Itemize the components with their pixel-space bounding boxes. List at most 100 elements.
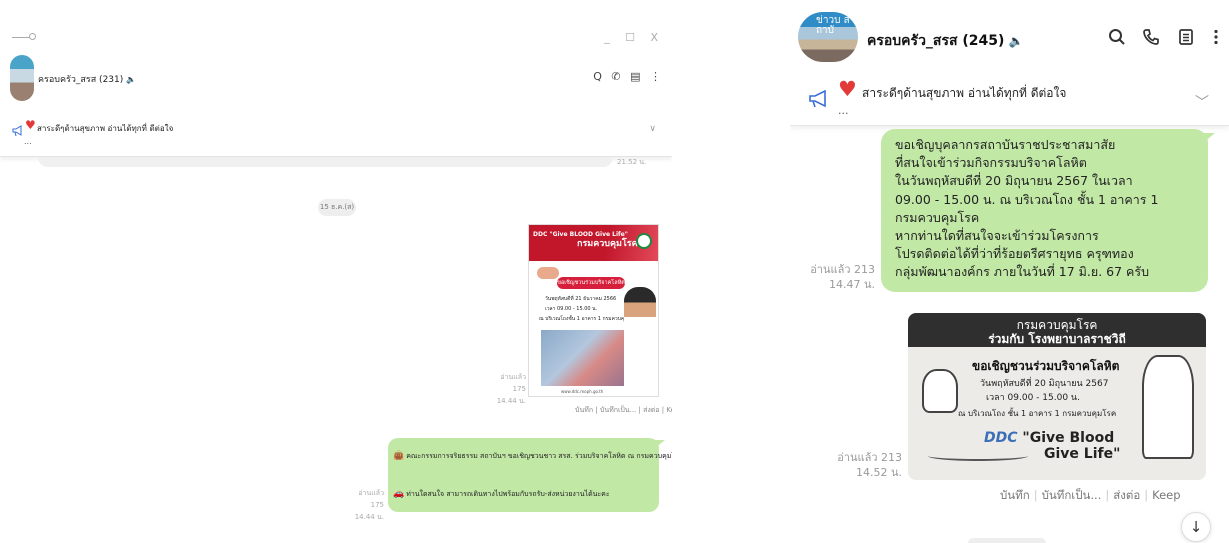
notes-icon[interactable] [1175, 28, 1197, 50]
slogan-line: Give Life" [1044, 446, 1121, 462]
divider [672, 0, 790, 543]
poster-slogan: DDC "Give Blood [984, 431, 1114, 445]
poster-person [624, 287, 656, 396]
poster-dept: กรมควบคุมโรค [577, 239, 638, 249]
message-text: ขอเชิญบุคลากรสถาบันราชประชาสมาสัย ที่สนใ… [895, 136, 1200, 282]
save-button[interactable]: บันทึก [1000, 488, 1030, 502]
cartoon-person [1142, 355, 1194, 459]
read-count: อ่านแล้ว 213 [810, 263, 875, 276]
read-receipt: อ่านแล้ว 213 14.47 น. [800, 262, 875, 292]
car-icon: 🚗 [393, 489, 405, 499]
poster-line: ร่วมกับ โรงพยาบาลราชวิถี [988, 332, 1126, 346]
message-bubble[interactable]: ขอเชิญบุคลากรสถาบันราชประชาสมาสัย ที่สนใ… [881, 129, 1215, 292]
message-line: 09.00 - 15.00 น. ณ บริเวณโถง ชั้น 1 อาคา… [895, 191, 1159, 207]
poster-photo [539, 328, 635, 388]
separator: | [1033, 488, 1038, 502]
image-message[interactable]: กรมควบคุมโรค ร่วมกับ โรงพยาบาลราชวิถี ขอ… [908, 313, 1206, 480]
bubble-tail [1203, 133, 1215, 143]
image-message[interactable]: DDC "Give BLOOD Give Life" กรมควบคุมโรค … [528, 224, 659, 397]
avatar[interactable] [10, 55, 34, 101]
announcement-text: สาระดีๆด้านสุขภาพ อ่านได้ทุกที่ ดีต่อใจ [37, 124, 174, 133]
cartoon-illustration [922, 369, 958, 413]
announcement-bar[interactable]: ♥ สาระดีๆด้านสุขภาพ อ่านได้ทุกที่ ดีต่อใ… [790, 76, 1229, 126]
read-count: อ่านแล้ว 175 [358, 489, 384, 509]
read-receipt: อ่านแล้ว 175 14.44 น. [354, 487, 384, 523]
arrow-down-icon: ↓ [1189, 518, 1203, 536]
announcement-ellipsis: ... [24, 137, 32, 146]
hand-illustration [537, 267, 559, 279]
slogan-line: "Give Blood [1022, 430, 1115, 446]
chat-title-text: ครอบครัว_สรส (245) [867, 33, 1005, 49]
poster-line: วันพฤหัสบดีที่ 21 ธันวาคม 2566 [545, 296, 617, 302]
announcement-ellipsis: ... [838, 104, 849, 117]
megaphone-icon [12, 125, 22, 137]
poster-banner: ขอเชิญชวนร่วมบริจาคโลหิต [557, 277, 625, 289]
poster-line: ณ บริเวณโถงชั้น 1 อาคาร 1 กรมควบคุมโรค [539, 316, 637, 322]
left-chat-window: _ ☐ X ครอบครัว_สรส (231) 🔈 Q ✆ ▤ ⋮ ♥ สาร… [0, 0, 672, 543]
image-actions[interactable]: บันทึก | บันทึกเป็น... | ส่งต่อ | Keep [575, 405, 672, 416]
megaphone-icon [809, 90, 826, 108]
poster-date: วันพฤหัสบดีที่ 20 มิถุนายน 2567 [980, 379, 1109, 389]
chat-header: ข่าวบ สถาบั ครอบครัว_สรส (245) 🔈 [798, 8, 1229, 66]
message-line: กลุ่มพัฒนาองค์กร ภายในวันที่ 17 มิ.ย. 67… [895, 264, 1150, 280]
mute-icon: 🔈 [1008, 34, 1024, 48]
message-text: ท่านใดสนใจ สามารถเดินทางไปพร้อมกับรถรับ-… [406, 490, 610, 498]
save-as-button[interactable]: บันทึกเป็น... [1042, 488, 1102, 502]
scroll-down-button[interactable]: ↓ [1181, 512, 1211, 542]
image-actions: บันทึก | บันทึกเป็น... | ส่งต่อ | Keep [1000, 487, 1181, 505]
phone-icon[interactable] [1140, 28, 1162, 50]
right-chat-window: ข่าวบ สถาบั ครอบครัว_สรส (245) 🔈 ♥ สาระดี… [790, 0, 1229, 543]
message-time: 21.52 น. [617, 158, 647, 166]
avatar[interactable]: ข่าวบ สถาบั [798, 12, 858, 62]
header-tools[interactable]: Q ✆ ▤ ⋮ [593, 70, 664, 83]
more-icon[interactable] [1205, 28, 1227, 50]
message-line: ขอเชิญบุคลากรสถาบันราชประชาสมาสัย [895, 137, 1116, 152]
poster-footer: www.ddc.moph.go.th [561, 389, 604, 394]
forward-button[interactable]: ส่งต่อ [1113, 488, 1140, 502]
chevron-down-icon[interactable]: ∨ [649, 124, 656, 134]
message-line: กรมควบคุมโรค [895, 209, 980, 225]
read-receipt: อ่านแล้ว 213 14.52 น. [826, 450, 902, 480]
message-line: โปรดติดต่อได้ที่ว่าที่ร้อยตรีศรายุทธ ครุ… [895, 246, 1134, 262]
bubble-tail [655, 440, 665, 448]
poster-time: เวลา 09.00 - 15.00 น. [986, 393, 1080, 403]
chat-header: ครอบครัว_สรส (231) 🔈 Q ✆ ▤ ⋮ [10, 55, 664, 101]
message-time: 14.44 น. [354, 513, 384, 521]
chevron-down-icon[interactable]: ﹀ [1195, 92, 1209, 112]
previous-message-bubble[interactable] [38, 157, 613, 167]
bag-icon: 👜 [393, 451, 405, 461]
message-line: หากท่านใดที่สนใจจะเข้าร่วมโครงการ [895, 228, 1099, 244]
window-controls[interactable]: _ ☐ X [604, 31, 664, 44]
poster-invite: ขอเชิญชวนร่วมบริจาคโลหิต [972, 359, 1120, 373]
message-line: 🚗 ท่านใดสนใจ สามารถเดินทางไปพร้อมกับรถรับ… [393, 489, 610, 500]
message-bubble[interactable]: 👜 คณะกรรมการจริยธรรม สถาบันฯ ขอเชิญชวนชาว… [388, 438, 672, 512]
message-time: 14.47 น. [828, 278, 875, 291]
date-separator: 15 ธ.ค.(ส) [318, 199, 356, 216]
poster-line: เวลา 09.00 - 15.00 น. [545, 306, 598, 312]
message-line: ที่สนใจเข้าร่วมกิจกรรมบริจาคโลหิต [895, 155, 1087, 171]
poster-place: ณ บริเวณโถง ชั้น 1 อาคาร 1 กรมควบคุมโรค [958, 409, 1117, 418]
announcement-text: สาระดีๆด้านสุขภาพ อ่านได้ทุกที่ ดีต่อใจ [862, 86, 1067, 100]
ddc-logo: DDC [984, 430, 1018, 446]
chat-title[interactable]: ครอบครัว_สรส (245) 🔈 [867, 30, 1023, 52]
message-time: 14.44 น. [496, 397, 526, 405]
announcement-bar[interactable]: ♥ สาระดีๆด้านสุขภาพ อ่านได้ทุกที่ ดีต่อใ… [0, 113, 672, 157]
ddc-logo-icon [636, 233, 652, 249]
message-time: 14.52 น. [855, 466, 902, 479]
message-text: คณะกรรมการจริยธรรม สถาบันฯ ขอเชิญชวนชาว … [406, 452, 672, 460]
key-icon [12, 30, 36, 44]
read-count: อ่านแล้ว 175 [500, 373, 526, 393]
chat-title[interactable]: ครอบครัว_สรส (231) 🔈 [38, 72, 136, 86]
separator: | [1105, 488, 1110, 502]
blood-bag-illustration [928, 451, 1028, 461]
chat-title-text: ครอบครัว_สรส (231) [38, 75, 124, 85]
search-icon[interactable] [1106, 28, 1128, 50]
avatar-text: ข่าวบ สถาบั [816, 15, 850, 36]
message-line: 👜 คณะกรรมการจริยธรรม สถาบันฯ ขอเชิญชวนชาว… [393, 451, 672, 462]
next-message-bubble[interactable] [968, 538, 1046, 543]
keep-button[interactable]: Keep [1152, 488, 1180, 502]
read-receipt: อ่านแล้ว 175 14.44 น. [496, 371, 526, 407]
message-line: ในวันพฤหัสบดีที่ 20 มิถุนายน 2567 ในเวลา [895, 173, 1133, 189]
read-count: อ่านแล้ว 213 [837, 451, 902, 464]
separator: | [1144, 488, 1149, 502]
